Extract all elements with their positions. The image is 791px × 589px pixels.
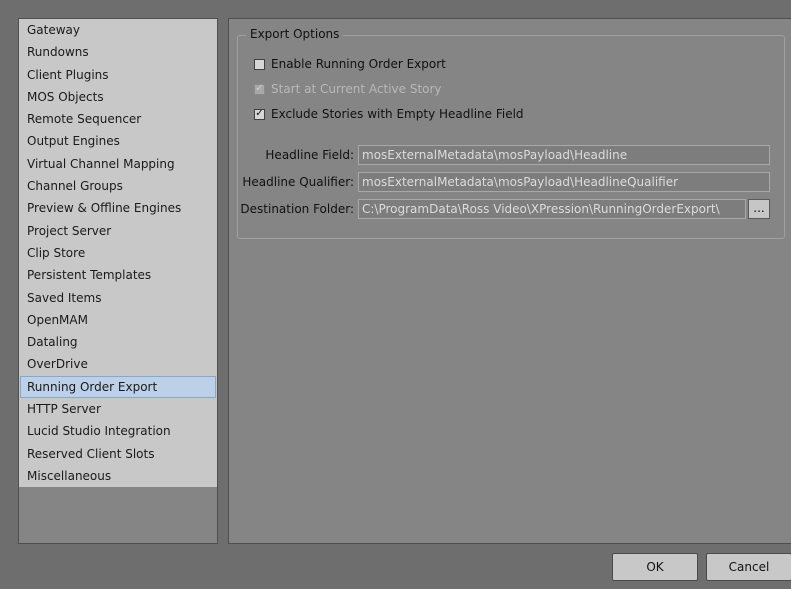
sidebar-item-running-order-export[interactable]: Running Order Export <box>20 375 216 399</box>
sidebar-item-mos-objects[interactable]: MOS Objects <box>19 86 217 108</box>
enable-export-row[interactable]: Enable Running Order Export <box>254 57 446 71</box>
cancel-button[interactable]: Cancel <box>706 553 791 581</box>
start-at-current-checkbox: ✓ <box>254 83 265 95</box>
sidebar-item-overdrive[interactable]: OverDrive <box>19 353 217 375</box>
sidebar-item-miscellaneous[interactable]: Miscellaneous <box>19 465 217 487</box>
destination-folder-row: Destination Folder: C:\ProgramData\Ross … <box>238 199 770 219</box>
browse-folder-button[interactable]: ... <box>748 199 770 219</box>
start-at-current-label: Start at Current Active Story <box>271 82 442 96</box>
enable-export-label: Enable Running Order Export <box>271 57 446 71</box>
settings-category-items: Gateway Rundowns Client Plugins MOS Obje… <box>19 19 217 487</box>
sidebar-item-saved-items[interactable]: Saved Items <box>19 287 217 309</box>
sidebar-item-project-server[interactable]: Project Server <box>19 220 217 242</box>
settings-panel: Export Options Enable Running Order Expo… <box>228 18 791 544</box>
sidebar-item-client-plugins[interactable]: Client Plugins <box>19 64 217 86</box>
sidebar-item-rundowns[interactable]: Rundowns <box>19 41 217 63</box>
ok-button[interactable]: OK <box>612 553 698 581</box>
sidebar-item-gateway[interactable]: Gateway <box>19 19 217 41</box>
settings-category-list: Gateway Rundowns Client Plugins MOS Obje… <box>18 18 218 544</box>
sidebar-item-dataling[interactable]: Dataling <box>19 331 217 353</box>
exclude-empty-checkbox[interactable]: ✓ <box>254 108 265 120</box>
sidebar-item-openmam[interactable]: OpenMAM <box>19 309 217 331</box>
headline-qualifier-row: Headline Qualifier: mosExternalMetadata\… <box>238 172 770 192</box>
sidebar-item-channel-groups[interactable]: Channel Groups <box>19 175 217 197</box>
exclude-empty-row[interactable]: ✓ Exclude Stories with Empty Headline Fi… <box>254 107 524 121</box>
sidebar-item-reserved-client-slots[interactable]: Reserved Client Slots <box>19 443 217 465</box>
sidebar-item-output-engines[interactable]: Output Engines <box>19 130 217 152</box>
headline-qualifier-input[interactable]: mosExternalMetadata\mosPayload\HeadlineQ… <box>358 172 770 192</box>
sidebar-item-http-server[interactable]: HTTP Server <box>19 398 217 420</box>
sidebar-item-virtual-channel-mapping[interactable]: Virtual Channel Mapping <box>19 153 217 175</box>
sidebar-item-remote-sequencer[interactable]: Remote Sequencer <box>19 108 217 130</box>
sidebar-item-preview-offline-engines[interactable]: Preview & Offline Engines <box>19 197 217 219</box>
export-options-group: Export Options Enable Running Order Expo… <box>237 27 785 239</box>
headline-field-label: Headline Field: <box>265 148 354 162</box>
start-at-current-row: ✓ Start at Current Active Story <box>254 82 442 96</box>
headline-field-row: Headline Field: mosExternalMetadata\mosP… <box>238 145 770 165</box>
sidebar-item-persistent-templates[interactable]: Persistent Templates <box>19 264 217 286</box>
exclude-empty-label: Exclude Stories with Empty Headline Fiel… <box>271 107 524 121</box>
destination-folder-input[interactable]: C:\ProgramData\Ross Video\XPression\Runn… <box>358 199 746 219</box>
group-title: Export Options <box>246 27 344 41</box>
headline-qualifier-label: Headline Qualifier: <box>242 175 354 189</box>
sidebar-item-lucid-studio-integration[interactable]: Lucid Studio Integration <box>19 420 217 442</box>
sidebar-item-clip-store[interactable]: Clip Store <box>19 242 217 264</box>
destination-folder-label: Destination Folder: <box>240 202 354 216</box>
enable-export-checkbox[interactable] <box>254 58 265 70</box>
headline-field-input[interactable]: mosExternalMetadata\mosPayload\Headline <box>358 145 770 165</box>
